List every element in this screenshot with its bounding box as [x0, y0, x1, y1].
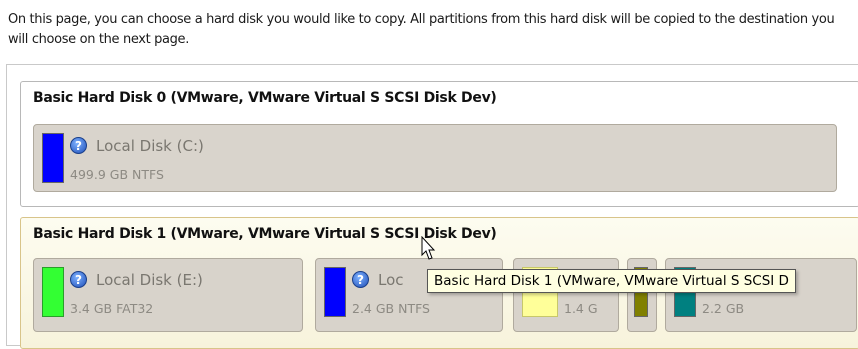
partition-size: 3.4 GB FAT32 — [70, 301, 154, 316]
partition-color-bar — [42, 133, 64, 183]
partition-size: 1.4 G — [564, 301, 598, 316]
help-icon[interactable]: ? — [352, 271, 369, 288]
partition-color-bar — [42, 267, 64, 317]
help-icon[interactable]: ? — [70, 137, 87, 154]
partition-label: Local Disk (C:) — [96, 137, 204, 155]
page-instructions: On this page, you can choose a hard disk… — [8, 12, 835, 47]
partition-color-bar — [324, 267, 346, 317]
partition-label: Local Disk (E:) — [96, 271, 203, 289]
disk-title: Basic Hard Disk 0 (VMware, VMware Virtua… — [33, 90, 497, 106]
partition-c[interactable]: ? Local Disk (C:) 499.9 GB NTFS — [33, 124, 837, 192]
disk-card-0[interactable]: Basic Hard Disk 0 (VMware, VMware Virtua… — [20, 81, 858, 207]
partition-size: 499.9 GB NTFS — [70, 167, 164, 182]
mouse-cursor-icon — [421, 236, 436, 260]
partition-label: Loc — [378, 271, 404, 289]
disk-tooltip: Basic Hard Disk 1 (VMware, VMware Virtua… — [427, 269, 796, 293]
partition-size: 2.2 GB — [702, 301, 745, 316]
help-icon[interactable]: ? — [70, 271, 87, 288]
partition-size: 2.4 GB NTFS — [352, 301, 430, 316]
partition-e[interactable]: ? Local Disk (E:) 3.4 GB FAT32 — [33, 258, 303, 332]
